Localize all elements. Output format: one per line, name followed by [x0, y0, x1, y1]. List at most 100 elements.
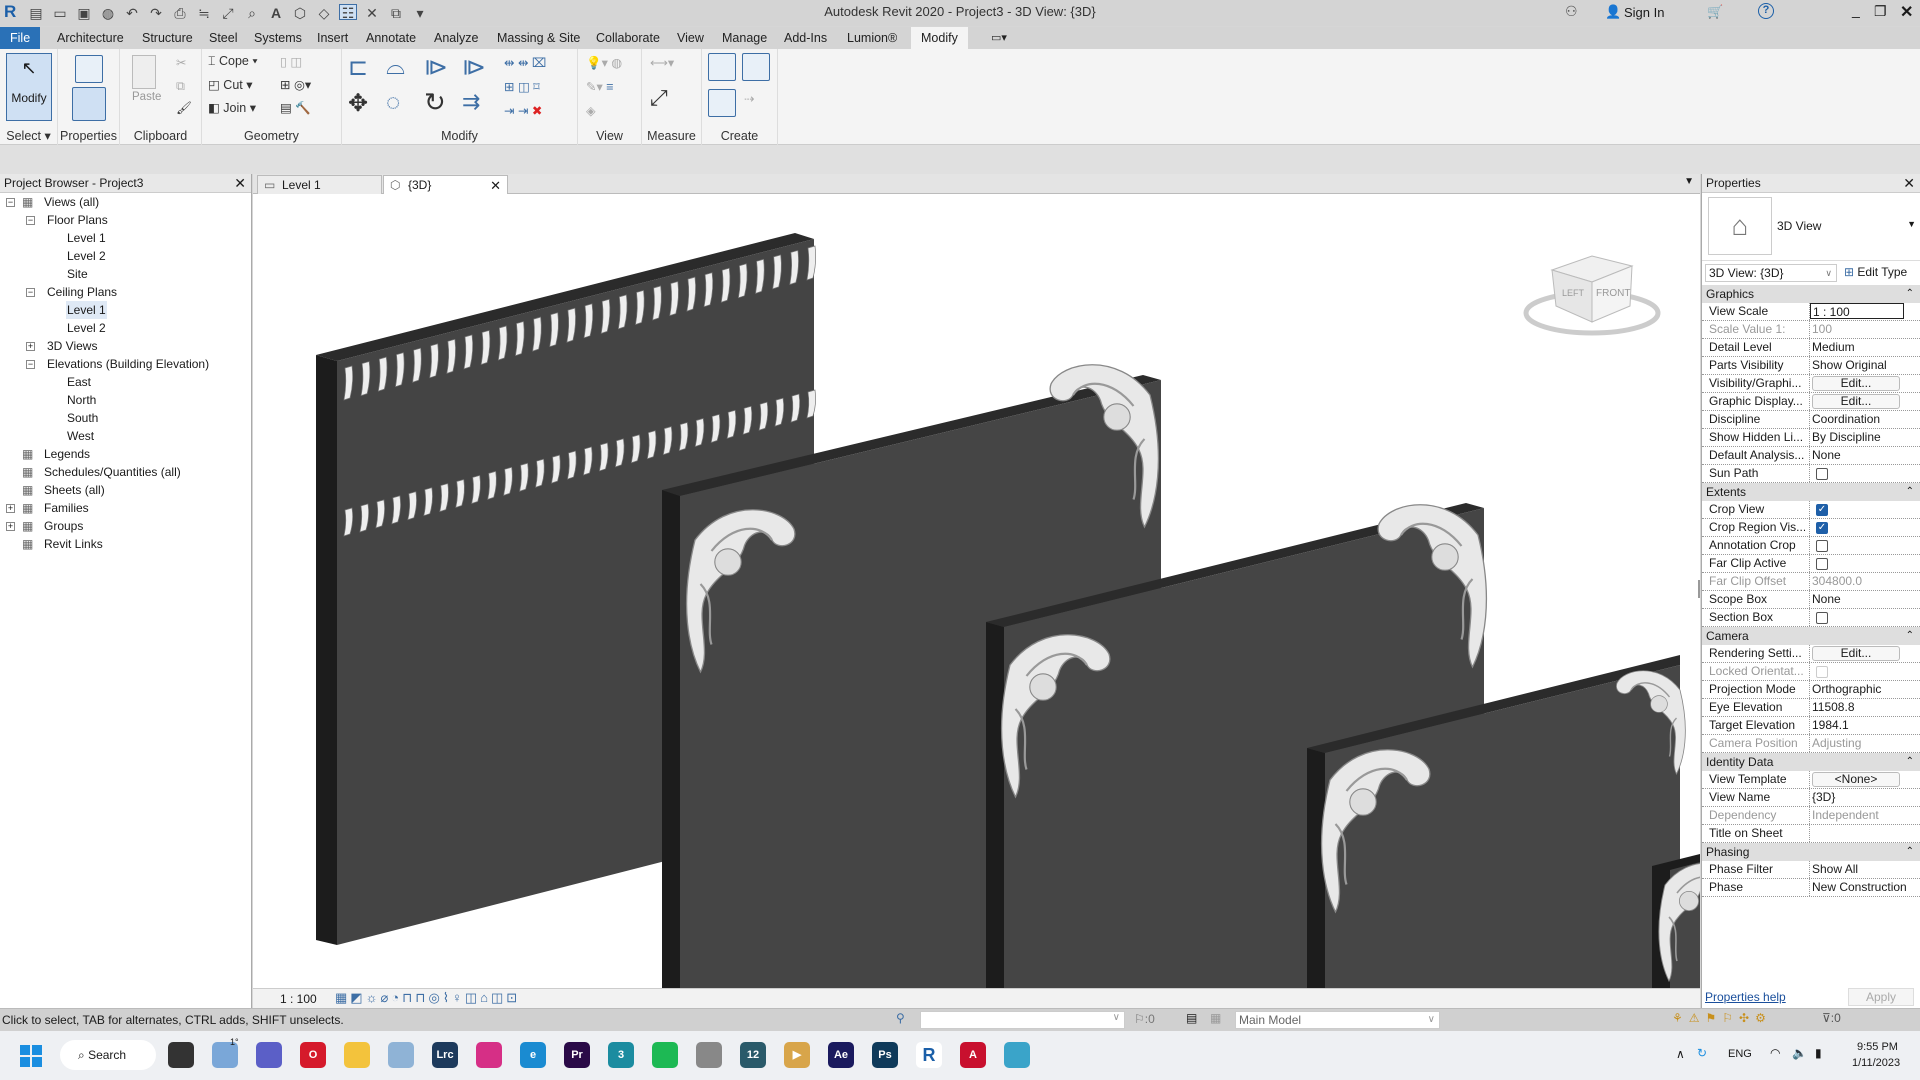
tree-item[interactable]: Site [0, 265, 251, 283]
property-value[interactable]: 11508.8 [1812, 700, 1855, 714]
collapse-icon[interactable]: ⌃ [1906, 843, 1914, 861]
taskbar-app-aftereffects[interactable]: Ae [828, 1042, 854, 1068]
tree-item[interactable]: +3D Views [0, 337, 251, 355]
taskbar-app-teams[interactable] [256, 1042, 282, 1068]
tab-insert[interactable]: Insert [311, 27, 354, 49]
type-selector[interactable]: ⌂ 3D View ▼ [1702, 193, 1920, 261]
edit-button[interactable]: Edit... [1812, 394, 1900, 409]
create-parts-icon[interactable] [742, 53, 770, 81]
view-tab-level-1[interactable]: ▭ Level 1 [257, 175, 382, 194]
tree-item[interactable]: − Ceiling Plans [0, 283, 251, 301]
type-properties-icon[interactable] [75, 55, 103, 83]
restore-button[interactable]: ❐ [1874, 3, 1887, 20]
viewcube-left-face[interactable]: LEFT [1562, 288, 1585, 298]
apply-button[interactable]: Apply [1848, 988, 1914, 1006]
offset-icon[interactable]: ⌓ [386, 53, 405, 81]
collapse-icon[interactable]: ⌃ [1906, 753, 1914, 771]
section-identity-data[interactable]: Identity Data ⌃ [1702, 753, 1920, 771]
editable-only-icon[interactable]: ⚐:0 [1134, 1012, 1155, 1026]
properties-icon[interactable] [72, 87, 106, 121]
property-value[interactable]: None [1812, 448, 1841, 462]
expand-icon[interactable]: + [6, 504, 15, 513]
taskbar-app-app-player[interactable]: ▶ [784, 1042, 810, 1068]
binoculars-icon[interactable]: ⚇ [1565, 3, 1578, 20]
aligned-dimension-icon[interactable]: ⤢ [650, 85, 668, 111]
property-value[interactable]: New Construction [1812, 880, 1906, 894]
section-graphics[interactable]: Graphics ⌃ [1702, 285, 1920, 303]
viewport-scroll-handle[interactable] [1698, 580, 1700, 598]
split-face-icon[interactable]: ⊞ ◎▾ [280, 77, 311, 92]
design-options-icon[interactable]: ▤ [1186, 1011, 1197, 1025]
tree-item[interactable]: − Floor Plans [0, 211, 251, 229]
paint-icon[interactable]: ▤ 🔨 [280, 100, 311, 116]
view-tab-3d[interactable]: ⬡ {3D} ✕ [383, 175, 508, 194]
tree-item[interactable]: ▦ Revit Links [0, 535, 251, 553]
clock-time[interactable]: 9:55 PM [1857, 1041, 1898, 1053]
section-phasing[interactable]: Phasing ⌃ [1702, 843, 1920, 861]
join-button[interactable]: ◧ Join ▾ [208, 100, 256, 115]
selection-options-icons[interactable]: ⚘⚠⚑⚐✣⚙ [1672, 1011, 1772, 1025]
property-value[interactable]: Orthographic [1812, 682, 1881, 696]
expand-icon[interactable]: + [26, 342, 35, 351]
taskbar-app-app-gray[interactable] [696, 1042, 722, 1068]
design-option-dropdown[interactable]: Main Model ∨ [1235, 1011, 1440, 1029]
cut-button[interactable]: ◰ Cut ▾ [208, 77, 253, 92]
clock-date[interactable]: 1/11/2023 [1852, 1057, 1900, 1069]
tree-item[interactable]: Level 1 [0, 229, 251, 247]
taskbar-app-edge[interactable]: e [520, 1042, 546, 1068]
wall-joins-icon[interactable]: ▯ ◫ [280, 54, 302, 69]
chevron-down-icon[interactable]: ▼ [1907, 219, 1916, 229]
3d-viewport[interactable]: LEFT FRONT [253, 194, 1700, 988]
tree-item[interactable]: Level 1 [0, 301, 251, 319]
create-assembly-icon[interactable] [708, 53, 736, 81]
taskbar-app-photoshop[interactable]: Ps [872, 1042, 898, 1068]
tab-annotate[interactable]: Annotate [360, 27, 422, 49]
edit-type-button[interactable]: ⊞ Edit Type [1844, 265, 1907, 279]
checkbox[interactable] [1816, 612, 1828, 624]
copy-icon[interactable]: ⧉ [176, 79, 185, 94]
tab-view[interactable]: View [671, 27, 710, 49]
taskbar-app-revit[interactable]: R [916, 1042, 942, 1068]
volume-icon[interactable]: 🔈 [1792, 1046, 1807, 1060]
battery-icon[interactable]: ▮ [1815, 1046, 1822, 1060]
help-icon[interactable]: ? [1758, 3, 1774, 19]
checkbox[interactable] [1816, 468, 1828, 480]
tree-item[interactable]: − Elevations (Building Elevation) [0, 355, 251, 373]
property-value[interactable]: Show All [1812, 862, 1858, 876]
tree-item[interactable]: West [0, 427, 251, 445]
edit-button[interactable]: <None> [1812, 772, 1900, 787]
tree-item[interactable]: South [0, 409, 251, 427]
paste-icon[interactable] [132, 55, 156, 89]
view-control-icons[interactable]: ▦◩☼⌀◔⊓⊓◎⌇♀◫⌂◫⊡ [335, 990, 520, 1006]
tree-item[interactable]: + ▦ Groups [0, 517, 251, 535]
taskbar-app-task-view[interactable] [168, 1042, 194, 1068]
filter-icon[interactable]: ⊽:0 [1822, 1011, 1841, 1025]
tab-modify[interactable]: Modify [911, 27, 968, 49]
measure-between-icon[interactable]: ⟷▾ [650, 55, 674, 70]
collapse-icon[interactable]: − [26, 288, 35, 297]
cope-button[interactable]: ⌶ Cope ▾ [208, 54, 258, 69]
taskbar-app-3dsmax[interactable]: 3 [608, 1042, 634, 1068]
checkbox[interactable]: ✓ [1816, 504, 1828, 516]
taskbar-app-app-globe[interactable] [1004, 1042, 1030, 1068]
tab-massing-site[interactable]: Massing & Site [491, 27, 586, 49]
taskbar-app-instagram[interactable] [476, 1042, 502, 1068]
rotate-icon[interactable]: ↻ [424, 87, 446, 118]
trim-icon[interactable]: ⇉ [462, 89, 480, 115]
property-value[interactable]: {3D} [1812, 790, 1835, 804]
move-icon[interactable]: ✥ [348, 89, 368, 118]
close-icon[interactable]: ✕ [1903, 174, 1915, 193]
checkbox[interactable] [1816, 540, 1828, 552]
property-value[interactable]: Coordination [1812, 412, 1880, 426]
property-value[interactable]: 1984.1 [1812, 718, 1849, 732]
array-icon[interactable]: ⊞ ◫ ⌑ [504, 79, 540, 94]
sync-tray-icon[interactable]: ↻ [1697, 1046, 1707, 1060]
property-value[interactable]: By Discipline [1812, 430, 1881, 444]
tab-collaborate[interactable]: Collaborate [590, 27, 666, 49]
taskbar-app-explorer[interactable] [344, 1042, 370, 1068]
taskbar-search[interactable]: ⌕ Search [60, 1040, 156, 1070]
windows-start-icon[interactable] [20, 1045, 42, 1067]
tab-add-ins[interactable]: Add-Ins [778, 27, 833, 49]
tab-file[interactable]: File [0, 27, 41, 49]
taskbar-app-premiere[interactable]: Pr [564, 1042, 590, 1068]
